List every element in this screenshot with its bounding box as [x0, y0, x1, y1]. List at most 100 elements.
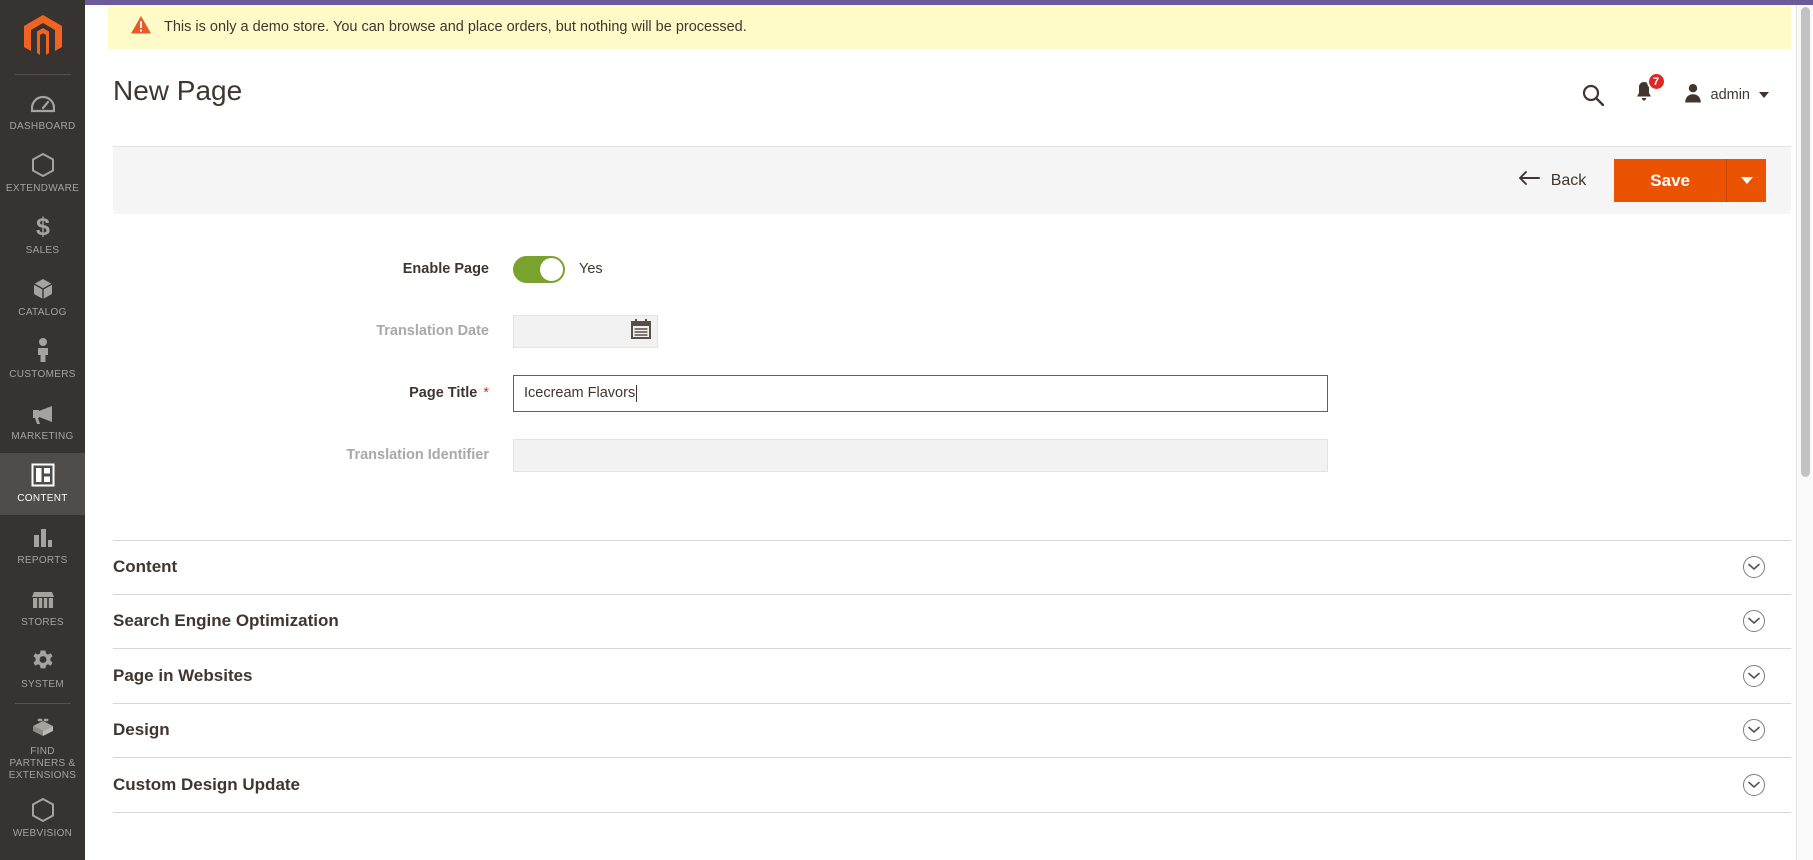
bar-chart-icon — [31, 525, 55, 549]
section-title: Page in Websites — [113, 665, 253, 685]
enable-page-toggle[interactable] — [513, 255, 565, 283]
sidebar-item-catalog[interactable]: Catalog — [0, 267, 85, 329]
enable-page-toggle-value: Yes — [579, 261, 603, 277]
sidebar-item-label: System — [21, 679, 64, 690]
back-button-label: Back — [1550, 171, 1587, 189]
person-icon — [34, 338, 52, 363]
field-label: Translation Identifier — [346, 447, 489, 463]
chevron-down-icon[interactable] — [1743, 719, 1765, 742]
warning-triangle-icon — [130, 15, 152, 40]
page-title-input-value: Icecream Flavors — [524, 385, 636, 401]
magento-logo-icon — [23, 15, 62, 55]
sidebar-item-dashboard[interactable]: Dashboard — [0, 81, 85, 143]
arrow-left-icon — [1518, 170, 1540, 191]
sidebar-item-label: Extendware — [5, 183, 80, 194]
section-custom-design-update[interactable]: Custom Design Update — [113, 758, 1791, 813]
user-avatar-icon — [1684, 83, 1702, 107]
sidebar-item-content[interactable]: Content — [0, 453, 85, 515]
megaphone-icon — [30, 401, 56, 425]
sidebar-item-marketing[interactable]: Marketing — [0, 391, 85, 453]
vertical-scrollbar[interactable] — [1796, 5, 1813, 860]
translation-identifier-input[interactable] — [513, 438, 1328, 472]
sidebar-item-webvision[interactable]: Webvision — [0, 788, 85, 850]
page-actions-toolbar: Back Save — [113, 146, 1791, 214]
field-control: Yes — [513, 255, 603, 283]
collapsible-sections: Content Search Engine Optimization Page … — [113, 540, 1791, 813]
sidebar-item-stores[interactable]: Stores — [0, 577, 85, 639]
section-page-in-websites[interactable]: Page in Websites — [113, 649, 1791, 704]
svg-text:$: $ — [36, 213, 50, 239]
banner-text: This is only a demo store. You can brows… — [164, 19, 747, 35]
sidebar-item-customers[interactable]: Customers — [0, 329, 85, 391]
storefront-icon — [30, 587, 56, 611]
admin-user-menu[interactable]: admin — [1684, 83, 1769, 107]
sidebar-item-label: Catalog — [18, 307, 67, 318]
field-enable-page: Enable Page Yes — [113, 238, 1791, 300]
field-label: Enable Page — [402, 261, 489, 277]
magento-logo[interactable] — [0, 0, 85, 72]
sidebar-item-label: Sales — [25, 245, 60, 256]
sidebar-item-reports[interactable]: Reports — [0, 515, 85, 577]
sidebar-item-system[interactable]: System — [0, 639, 85, 701]
sidebar-item-label: Reports — [17, 555, 68, 566]
field-translation-date: Translation Date — [113, 300, 1791, 362]
scrollbar-thumb[interactable] — [1801, 7, 1810, 477]
chevron-down-icon[interactable] — [1743, 664, 1765, 687]
notifications-count-badge: 7 — [1646, 72, 1666, 91]
back-button[interactable]: Back — [1518, 170, 1587, 191]
admin-page: Dashboard Extendware $ Sales Catalog Cus… — [0, 0, 1813, 860]
main-sidebar: Dashboard Extendware $ Sales Catalog Cus… — [0, 0, 85, 860]
chevron-down-icon[interactable] — [1743, 556, 1765, 579]
section-title: Custom Design Update — [113, 774, 301, 794]
chevron-down-icon[interactable] — [1743, 773, 1765, 796]
toggle-knob — [540, 257, 563, 281]
sidebar-item-sales[interactable]: $ Sales — [0, 205, 85, 267]
sidebar-item-label: Stores — [21, 617, 64, 628]
save-button-group: Save — [1614, 159, 1766, 202]
sidebar-item-label: Webvision — [12, 828, 73, 839]
section-title: Search Engine Optimization — [113, 611, 339, 631]
sidebar-divider-top — [14, 74, 71, 75]
section-title: Design — [113, 720, 170, 740]
bell-icon — [1634, 82, 1654, 107]
hexagon-icon — [31, 153, 54, 177]
admin-user-name: admin — [1710, 86, 1751, 103]
section-title: Content — [113, 557, 178, 577]
page-form: Enable Page Yes Translation Date Page Ti… — [113, 238, 1791, 486]
header-tools: 7 admin — [1582, 72, 1769, 108]
section-search-engine-optimization[interactable]: Search Engine Optimization — [113, 595, 1791, 649]
sidebar-item-extendware[interactable]: Extendware — [0, 143, 85, 205]
field-control — [513, 438, 1328, 472]
field-page-title: Page Title * Icecream Flavors — [113, 362, 1791, 424]
sidebar-divider-bottom — [14, 703, 71, 704]
sidebar-item-label: Dashboard — [9, 121, 76, 132]
dollar-icon: $ — [33, 213, 53, 239]
calendar-icon[interactable] — [630, 318, 652, 345]
sidebar-item-find-partners-extensions[interactable]: Find Partners & Extensions — [0, 710, 85, 788]
translation-date-input[interactable] — [513, 314, 658, 348]
field-control: Icecream Flavors — [513, 374, 1328, 412]
page-title: New Page — [113, 75, 243, 106]
field-translation-identifier: Translation Identifier — [113, 424, 1791, 486]
section-design[interactable]: Design — [113, 704, 1791, 758]
chevron-down-icon[interactable] — [1743, 610, 1765, 633]
text-cursor — [636, 384, 638, 402]
field-label-text: Page Title — [409, 385, 478, 401]
field-label: Page Title * — [113, 385, 513, 401]
field-label: Translation Date — [376, 323, 489, 339]
layout-icon — [31, 463, 55, 487]
required-marker: * — [483, 385, 489, 401]
gear-icon — [31, 649, 55, 673]
caret-down-icon — [1759, 91, 1769, 98]
hexagon-icon — [31, 798, 54, 822]
notifications-button[interactable]: 7 — [1634, 72, 1666, 108]
search-icon[interactable] — [1582, 84, 1604, 106]
field-control — [513, 314, 658, 348]
section-content[interactable]: Content — [113, 540, 1791, 595]
save-dropdown-button[interactable] — [1726, 159, 1766, 202]
page-title-input[interactable]: Icecream Flavors — [513, 374, 1328, 412]
dashboard-icon — [30, 91, 55, 115]
save-button[interactable]: Save — [1614, 159, 1726, 202]
sidebar-item-label: Content — [17, 493, 68, 504]
box-icon — [30, 277, 56, 301]
